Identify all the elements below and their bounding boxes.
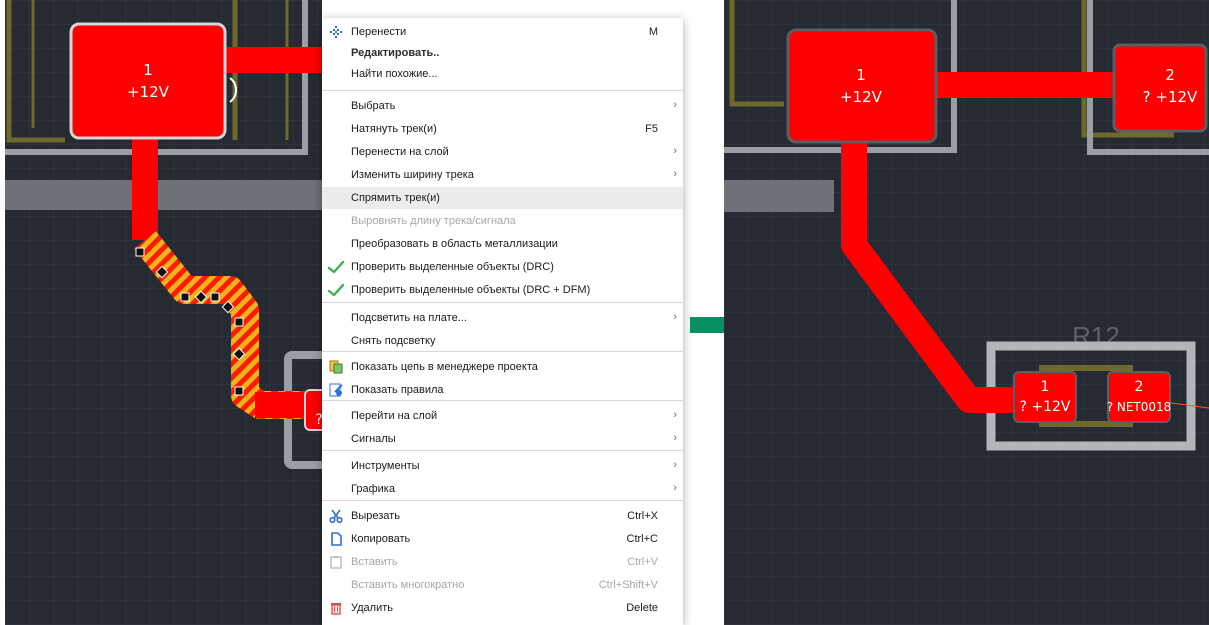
menu-separator <box>322 450 683 451</box>
menu-item-label: Удалить <box>351 602 393 614</box>
pad1-net: +12V <box>127 83 170 101</box>
menu-item[interactable]: Подсветить на плате... › <box>322 307 683 329</box>
check-icon <box>328 259 344 275</box>
menu-item-label: Показать цепь в менеджере проекта <box>351 361 538 373</box>
menu-item[interactable]: Графика › <box>322 478 683 500</box>
check-icon <box>328 282 344 298</box>
menu-item-label: Изменить ширину трека <box>351 169 474 181</box>
menu-item-shortcut: M <box>648 26 658 38</box>
r12-pad2-net: ? NET0018 <box>1107 400 1172 414</box>
pad2-net: ? +12V <box>1143 88 1198 106</box>
trash-icon <box>328 600 344 616</box>
context-menu: Перенести M Редактировать.. Найти похожие..… <box>322 18 683 625</box>
menu-item-label: Выровнять длину трека/сигнала <box>351 215 516 227</box>
pad1-net: +12V <box>840 88 883 106</box>
menu-item[interactable]: Перенести на слой › <box>322 141 683 163</box>
menu-item[interactable]: Перейти на слой › <box>322 405 683 427</box>
menu-item-label: Проверить выделенные объекты (DRC) <box>351 261 554 273</box>
menu-separator <box>322 302 683 303</box>
menu-item[interactable]: Удалить Delete <box>322 597 683 619</box>
menu-item-label: Найти похожие... <box>351 68 438 80</box>
menu-item-label: Инструменты <box>351 460 420 472</box>
menu-item-label: Выбрать <box>351 100 396 112</box>
menu-item-label: Вставить многократно <box>351 579 465 591</box>
menu-item-label: Подсветить на плате... <box>351 312 467 324</box>
menu-item-label: Показать правила <box>351 384 444 396</box>
menu-item[interactable]: Изменить ширину трека › <box>322 164 683 186</box>
pad1-number: 1 <box>856 66 866 84</box>
menu-item[interactable]: Натянуть трек(и) F5 <box>322 118 683 140</box>
menu-separator <box>322 500 683 501</box>
menu-item-label: Вырезать <box>351 510 400 522</box>
paste-icon <box>328 554 344 570</box>
menu-item[interactable]: Показать правила <box>322 379 683 401</box>
menu-item[interactable]: Вставить Ctrl+V <box>322 551 683 573</box>
menu-item-shortcut: Ctrl+C <box>626 533 658 545</box>
menu-item-label: Графика <box>351 483 395 495</box>
chevron-right-icon: › <box>673 409 677 421</box>
menu-item[interactable]: Редактировать.. <box>322 42 683 64</box>
pad2-number: 2 <box>1165 66 1175 84</box>
menu-item-shortcut: Ctrl+V <box>627 556 658 568</box>
menu-item[interactable]: Вырезать Ctrl+X <box>322 505 683 527</box>
menu-item[interactable]: Проверить выделенные объекты (DRC) <box>322 256 683 278</box>
menu-item[interactable]: Спрямить трек(и) <box>322 187 683 209</box>
chevron-right-icon: › <box>673 482 677 494</box>
chevron-right-icon: › <box>673 432 677 444</box>
menu-item-label: Снять подсветку <box>351 335 436 347</box>
menu-item-label: Спрямить трек(и) <box>351 192 440 204</box>
menu-item-label: Перенести на слой <box>351 146 449 158</box>
menu-item-label: Редактировать.. <box>351 47 440 59</box>
menu-item[interactable]: Преобразовать в область металлизации <box>322 233 683 255</box>
move-icon <box>328 24 344 40</box>
chevron-right-icon: › <box>673 311 677 323</box>
pcb-drawing-after: R12 1 +12V 2 ? +12V 1 ? +12V 2 ? NET0018 <box>724 0 1209 625</box>
menu-item[interactable]: Снять подсветку <box>322 330 683 352</box>
menu-item[interactable]: Найти похожие... <box>322 63 683 85</box>
menu-item-label: Преобразовать в область металлизации <box>351 238 558 250</box>
pcb-canvas-after[interactable]: R12 1 +12V 2 ? +12V 1 ? +12V 2 ? NET0018 <box>724 0 1209 625</box>
menu-item[interactable]: Копировать Ctrl+C <box>322 528 683 550</box>
scissors-icon <box>328 508 344 524</box>
r12-pad1-number: 1 <box>1041 379 1050 395</box>
menu-item[interactable]: Сигналы › <box>322 428 683 450</box>
menu-item[interactable]: Показать цепь в менеджере проекта <box>322 356 683 378</box>
pad2-partial-label: ? <box>315 412 322 428</box>
menu-item-label: Сигналы <box>351 433 396 445</box>
menu-item[interactable]: Проверить выделенные объекты (DRC + DFM) <box>322 279 683 301</box>
menu-item[interactable]: Инструменты › <box>322 455 683 477</box>
r12-pad1-net: ? +12V <box>1019 399 1070 415</box>
project-manager-icon <box>328 359 344 375</box>
chevron-right-icon: › <box>673 99 677 111</box>
pcb-drawing-before: 1 +12V ? <box>5 0 322 625</box>
rules-icon <box>328 382 344 398</box>
chevron-right-icon: › <box>673 168 677 180</box>
menu-item[interactable]: Вставить многократно Ctrl+Shift+V <box>322 574 683 596</box>
pad1-number: 1 <box>143 61 153 79</box>
menu-item-label: Перенести <box>351 26 407 38</box>
menu-item-label: Копировать <box>351 533 411 545</box>
menu-item[interactable]: Выбрать › <box>322 95 683 117</box>
copy-icon <box>328 531 344 547</box>
chevron-right-icon: › <box>673 459 677 471</box>
pcb-canvas-before[interactable]: 1 +12V ? <box>5 0 322 625</box>
menu-item-label: Натянуть трек(и) <box>351 123 437 135</box>
menu-item-shortcut: Ctrl+X <box>627 510 658 522</box>
menu-separator <box>322 90 683 91</box>
chevron-right-icon: › <box>673 145 677 157</box>
menu-item-label: Вставить <box>351 556 398 568</box>
menu-item[interactable]: Перенести M <box>322 21 683 43</box>
r12-pad2-number: 2 <box>1135 379 1144 395</box>
menu-item[interactable]: Выровнять длину трека/сигнала <box>322 210 683 232</box>
menu-item-shortcut: Delete <box>626 602 658 614</box>
menu-item-shortcut: Ctrl+Shift+V <box>598 579 658 591</box>
menu-item-label: Перейти на слой <box>351 410 438 422</box>
menu-item-shortcut: F5 <box>645 123 658 135</box>
menu-item-label: Проверить выделенные объекты (DRC + DFM) <box>351 284 591 296</box>
